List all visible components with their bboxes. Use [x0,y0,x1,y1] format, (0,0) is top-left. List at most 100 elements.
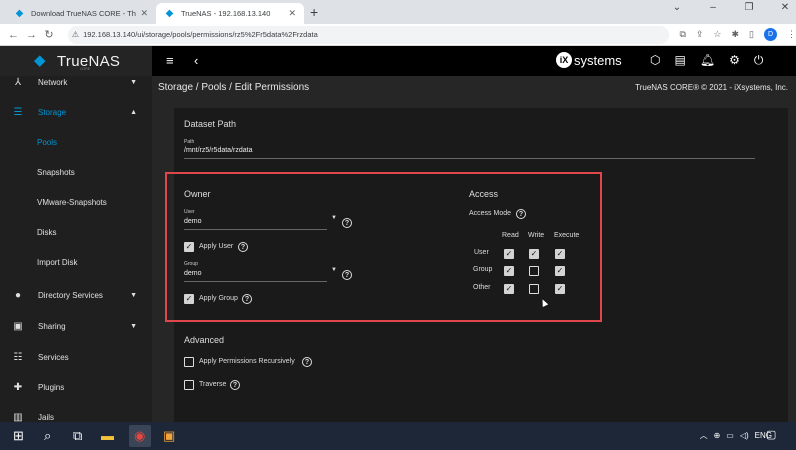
file-explorer-icon[interactable]: ▬ [101,428,114,443]
jails-icon: ▥ [13,411,23,423]
sidepanel-icon[interactable]: ▯ [749,29,754,40]
network-icon: ⅄ [14,76,22,88]
truenas-favicon: ◆ [15,8,24,19]
power-icon[interactable]: ⏻ [754,53,764,68]
sidebar-item-sharing[interactable]: ▣ Sharing ▼ [0,313,152,339]
sidebar-item-label: Import Disk [37,257,78,267]
browser-toolbar: ← → ↻ ⚠ 192.168.13.140/ui/storage/pools/… [0,24,796,46]
browser-tab-download[interactable]: ◆ Download TrueNAS CORE - The ✕ [6,3,156,24]
sidebar-item-snapshots[interactable]: Snapshots [0,159,152,185]
truenas-favicon: ◆ [165,8,174,19]
highlight-annotation [165,172,602,322]
task-manager-icon[interactable]: ▤ [674,53,685,68]
hamburger-menu-icon[interactable]: ≡ [166,53,174,68]
settings-gear-icon[interactable]: ⚙ [729,53,740,68]
address-bar[interactable]: ⚠ 192.168.13.140/ui/storage/pools/permis… [67,25,670,44]
extensions-icon[interactable]: ✱ [732,29,740,40]
sidebar-item-import-disk[interactable]: Import Disk [0,249,152,275]
header-actions: ⬡ ▤ 🔔︎ ⚙ ⏻ [650,53,763,68]
sidebar-item-label: Sharing [38,321,66,331]
apply-recursive-help-icon[interactable]: ? [302,357,312,367]
sidebar-item-label: Plugins [38,382,65,392]
forward-icon[interactable]: → [26,29,37,41]
back-icon[interactable]: ← [8,29,19,41]
services-icon: ☷ [13,351,23,363]
profile-avatar[interactable]: D [764,28,777,41]
alerts-bell-icon[interactable]: 🔔︎ [700,53,715,68]
share-icon[interactable]: ⇪ [696,29,704,40]
app-header: ◆ TrueNAS CORE ≡ ‹ iX systems ⬡ ▤ 🔔︎ ⚙ ⏻ [0,46,796,76]
sidebar-item-label: Disks [37,227,57,237]
sidebar-item-label: VMware-Snapshots [37,197,107,207]
notifications-icon[interactable]: ▢ [766,428,776,441]
search-icon[interactable]: ⌕ [44,428,51,444]
windows-start-icon[interactable]: ⊞ [13,428,24,444]
sidebar-item-disks[interactable]: Disks [0,219,152,245]
bookmark-star-icon[interactable]: ☆ [713,29,721,40]
tab-search-icon[interactable]: ⌄ [670,2,684,13]
sidebar-item-label: Services [38,352,69,362]
restore-icon[interactable]: ❐ [742,2,756,13]
sidebar-item-label: Pools [37,137,58,147]
reload-icon[interactable]: ↻ [44,28,54,41]
sidebar-item-plugins[interactable]: ✚ Plugins [0,374,152,400]
new-tab-button[interactable]: + [310,4,318,20]
chevron-down-icon: ▼ [130,322,137,330]
sidebar-item-label: Storage [38,107,67,117]
traverse-label: Traverse [199,381,227,388]
truenas-logo-icon: ◆ [34,52,46,69]
tray-display-icon[interactable]: ▭ [726,431,734,440]
close-tab-icon[interactable]: ✕ [140,8,148,19]
sidebar-item-directory-services[interactable]: ● Directory Services ▼ [0,282,152,308]
chevron-up-icon: ▲ [130,108,137,116]
breadcrumb: Storage / Pools / Edit Permissions [158,82,310,93]
sidebar-item-vmware-snapshots[interactable]: VMware-Snapshots [0,189,152,215]
sidebar-item-services[interactable]: ☷ Services [0,344,152,370]
minimize-icon[interactable]: – [706,2,720,13]
translate-icon[interactable]: ⧉ [679,29,685,40]
path-label: Path [184,139,195,145]
sidebar-item-pools[interactable]: Pools [0,129,152,155]
sidebar-item-jails[interactable]: ▥ Jails [0,404,152,423]
apply-recursive-checkbox[interactable] [184,357,194,367]
url-text: 192.168.13.140/ui/storage/pools/permissi… [83,30,318,39]
logo-subtext: CORE [80,67,91,71]
sidebar-item-network[interactable]: ⅄ Network ▼ [0,76,152,95]
browser-menu-icon[interactable]: ⋮ [787,29,796,40]
truecommand-icon[interactable]: ⬡ [650,53,660,68]
sharing-icon: ▣ [13,320,23,332]
ix-brand-text: systems [574,52,622,68]
tab-title: Download TrueNAS CORE - The [31,9,137,18]
close-window-icon[interactable]: ✕ [778,2,792,13]
system-tray: ︿ ⊕ ▭ ◁) ENG [700,430,772,441]
traverse-checkbox[interactable] [184,380,194,390]
collapse-sidebar-icon[interactable]: ‹ [194,53,198,68]
browser-tab-truenas[interactable]: ◆ TrueNAS - 192.168.13.140 ✕ [156,3,304,24]
windows-taskbar: ⊞ ⌕ ⧉ ▬ ◉ ▣ ︿ ⊕ ▭ ◁) ENG ▢ [0,422,796,450]
tray-volume-icon[interactable]: ◁) [740,431,749,440]
tray-expand-icon[interactable]: ︿ [700,430,708,441]
browser-action-icons: ⧉ ⇪ ☆ ✱ ▯ D ⋮ [679,28,796,41]
window-controls: ⌄ – ❐ ✕ [670,2,792,13]
page-info-icon[interactable]: ⚠ [72,30,79,39]
traverse-help-icon[interactable]: ? [230,380,240,390]
sidebar-item-label: Jails [38,412,55,422]
path-underline [184,158,755,159]
apply-recursive-label: Apply Permissions Recursively [199,358,295,365]
chrome-icon: ◉ [134,428,146,443]
app-taskbar-icon[interactable]: ▣ [163,428,175,444]
tray-network-icon[interactable]: ⊕ [714,431,721,440]
sidebar-item-label: Snapshots [37,167,75,177]
path-value: /mnt/rz5/r5data/rzdata [184,147,253,154]
truenas-logo[interactable]: ◆ TrueNAS CORE [0,46,152,76]
copyright-text: TrueNAS CORE® © 2021 - iXsystems, Inc. [635,83,788,92]
advanced-title: Advanced [184,335,225,345]
ixsystems-logo[interactable]: iX systems [556,52,622,68]
sidebar: ⅄ Network ▼ ☰ Storage ▲ Pools Snapshots … [0,76,152,422]
chevron-down-icon: ▼ [130,291,137,299]
sidebar-item-storage[interactable]: ☰ Storage ▲ [0,99,152,125]
directory-services-icon: ● [14,289,22,301]
close-tab-icon[interactable]: ✕ [288,8,296,19]
task-view-icon[interactable]: ⧉ [73,428,82,444]
tab-title: TrueNAS - 192.168.13.140 [181,9,271,18]
